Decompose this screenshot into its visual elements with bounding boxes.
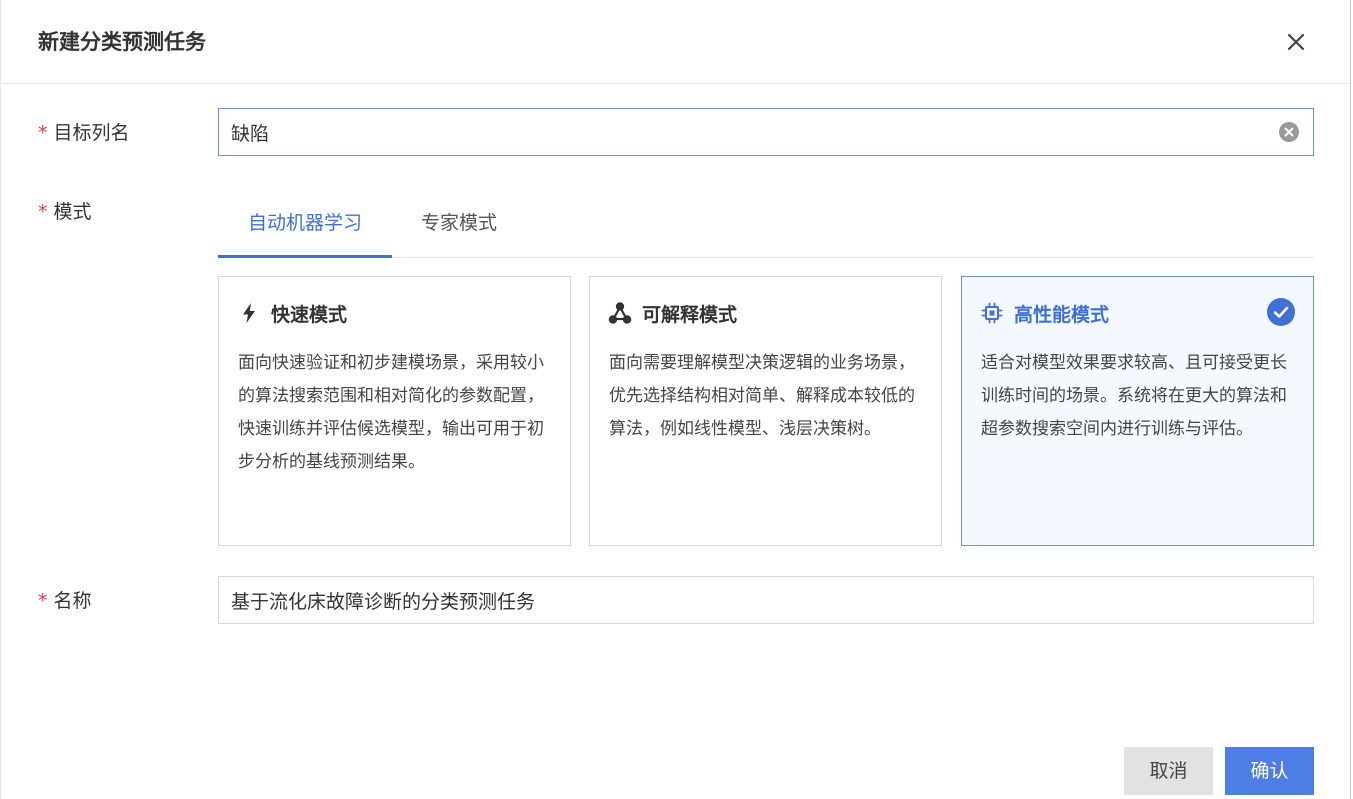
mode-tabs: 自动机器学习 专家模式 xyxy=(218,190,1314,258)
chip-icon xyxy=(981,302,1003,324)
card-description: 面向需要理解模型决策逻辑的业务场景，优先选择结构相对简单、解释成本较低的算法，例… xyxy=(609,353,915,439)
required-mark: * xyxy=(38,201,48,223)
tab-expert-mode[interactable]: 专家模式 xyxy=(392,190,526,258)
name-input[interactable] xyxy=(231,577,1271,623)
target-column-input[interactable] xyxy=(231,109,1271,155)
new-classification-task-dialog: 新建分类预测任务 *目标列名 *模式 自动机器学习 专家模式 xyxy=(0,0,1351,799)
card-title: 可解释模式 xyxy=(642,303,738,326)
name-field[interactable] xyxy=(218,576,1314,624)
card-header: 快速模式 xyxy=(237,299,347,327)
card-description: 适合对模型效果要求较高、且可接受更长训练时间的场景。系统将在更大的算法和超参数搜… xyxy=(981,353,1287,439)
target-column-label-text: 目标列名 xyxy=(53,122,130,144)
confirm-button[interactable]: 确认 xyxy=(1225,747,1314,795)
card-title: 高性能模式 xyxy=(1014,303,1110,326)
clear-icon[interactable] xyxy=(1279,122,1299,142)
required-mark: * xyxy=(38,122,48,144)
card-title: 快速模式 xyxy=(271,303,348,326)
card-description: 面向快速验证和初步建模场景，采用较小的算法搜索范围和相对简化的参数配置，快速训练… xyxy=(238,353,544,472)
card-header: 可解释模式 xyxy=(608,299,737,327)
card-header: 高性能模式 xyxy=(980,299,1109,327)
mode-label-text: 模式 xyxy=(53,201,92,223)
mode-card-interpretable[interactable]: 可解释模式 面向需要理解模型决策逻辑的业务场景，优先选择结构相对简单、解释成本较… xyxy=(589,276,942,546)
required-mark: * xyxy=(38,590,48,612)
target-column-label: * 目标列名 xyxy=(38,119,130,147)
dialog-title: 新建分类预测任务 xyxy=(38,30,206,54)
tab-automl[interactable]: 自动机器学习 xyxy=(218,190,392,258)
cancel-button[interactable]: 取消 xyxy=(1124,747,1213,795)
mode-card-high-performance[interactable]: 高性能模式 适合对模型效果要求较高、且可接受更长训练时间的场景。系统将在更大的算… xyxy=(961,276,1314,546)
mode-label: * 模式 xyxy=(38,198,92,226)
close-icon xyxy=(1287,33,1305,51)
selected-check-icon xyxy=(1267,298,1295,326)
network-nodes-icon xyxy=(608,302,632,324)
name-label-text: 名称 xyxy=(53,590,92,612)
mode-card-fast[interactable]: 快速模式 面向快速验证和初步建模场景，采用较小的算法搜索范围和相对简化的参数配置… xyxy=(218,276,571,546)
dialog-header: 新建分类预测任务 xyxy=(1,0,1350,84)
target-column-field[interactable] xyxy=(218,108,1314,156)
lightning-icon xyxy=(243,303,255,323)
close-button[interactable] xyxy=(1281,27,1311,57)
name-label: * 名称 xyxy=(38,587,92,615)
